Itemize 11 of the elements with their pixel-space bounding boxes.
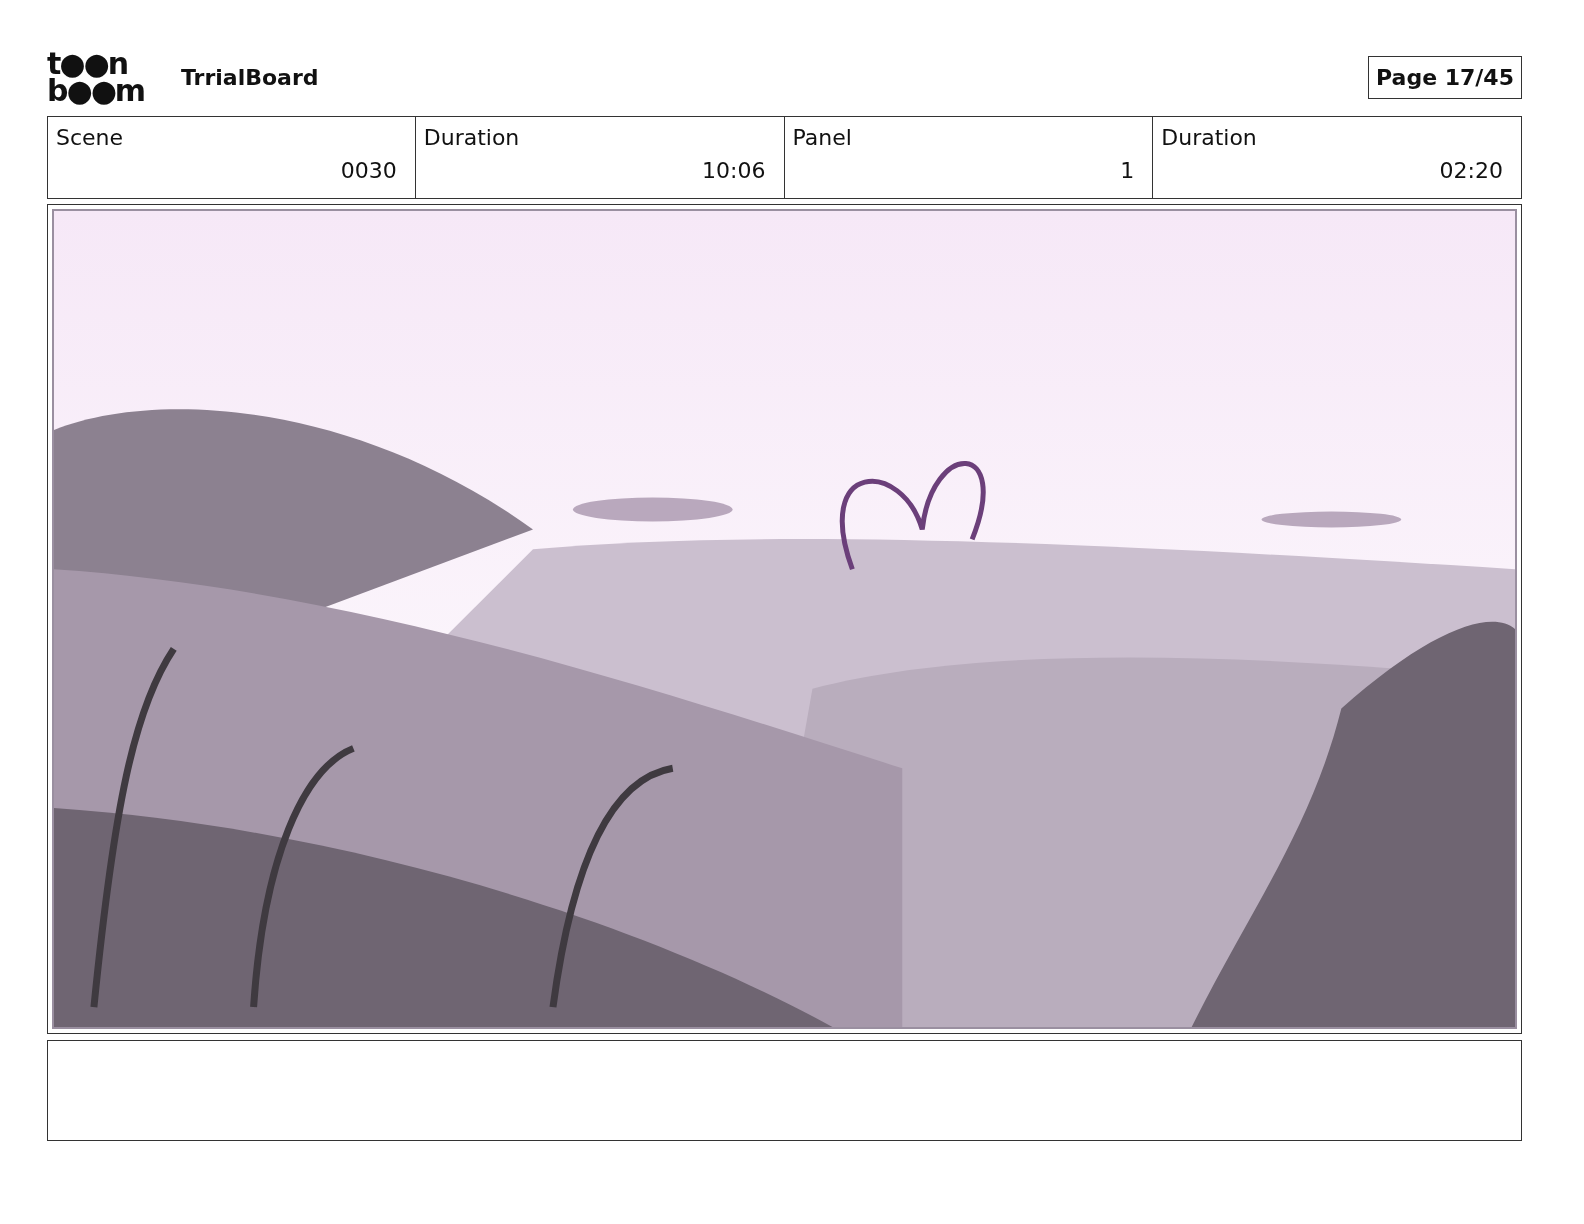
field-value: 02:20 [1439, 157, 1503, 185]
logo: t●●n b●●m [47, 50, 146, 104]
page-number: Page 17/45 [1368, 55, 1522, 99]
field-value: 1 [1120, 157, 1135, 185]
field-value: 0030 [340, 157, 397, 185]
project-title: TrrialBoard [181, 63, 319, 92]
field-label: Duration [1161, 124, 1257, 152]
field-label: Panel [792, 124, 852, 152]
field-value: 10:06 [702, 157, 766, 185]
field-label: Scene [56, 124, 124, 152]
field-label: Duration [423, 124, 520, 152]
